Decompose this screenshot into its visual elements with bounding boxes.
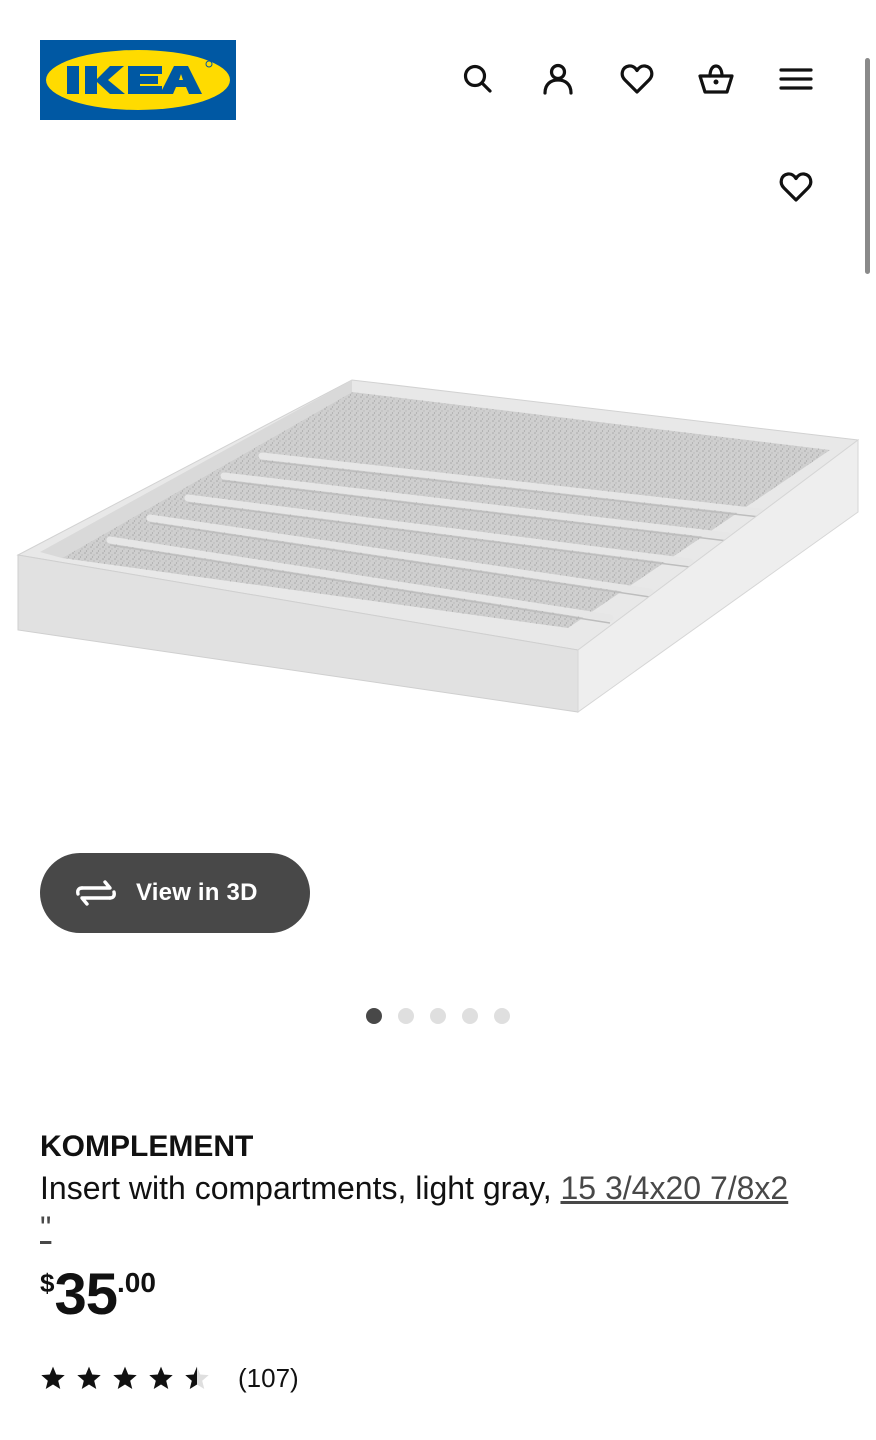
product-info: KOMPLEMENT Insert with compartments, lig… — [40, 1128, 840, 1248]
star-full-icon — [76, 1365, 102, 1391]
view-in-3d-label: View in 3D — [136, 879, 258, 906]
favorites-icon[interactable] — [615, 57, 659, 101]
star-full-icon — [40, 1365, 66, 1391]
product-size-suffix[interactable]: " — [40, 1210, 51, 1246]
carousel-dot[interactable] — [398, 1008, 414, 1024]
header — [0, 0, 876, 160]
product-image[interactable] — [0, 300, 876, 860]
scrollbar[interactable] — [865, 58, 870, 274]
carousel-dot[interactable] — [494, 1008, 510, 1024]
search-icon[interactable] — [456, 57, 500, 101]
ikea-logo-graphic — [40, 40, 236, 120]
carousel-indicator — [366, 1008, 526, 1024]
star-half-icon — [184, 1365, 210, 1391]
cart-icon[interactable] — [694, 57, 738, 101]
product-description: Insert with compartments, light gray, 15… — [40, 1168, 840, 1248]
star-full-icon — [148, 1365, 174, 1391]
product-tray-illustration — [16, 379, 860, 713]
account-icon[interactable] — [536, 57, 580, 101]
carousel-dot-active[interactable] — [366, 1008, 382, 1024]
carousel-dot[interactable] — [430, 1008, 446, 1024]
product-size-link[interactable]: 15 3/4x20 7/8x2 — [560, 1170, 788, 1206]
menu-icon[interactable] — [774, 57, 818, 101]
price-integer: 35 — [54, 1262, 118, 1327]
product-name: KOMPLEMENT — [40, 1130, 254, 1163]
heart-icon[interactable] — [774, 165, 818, 209]
review-count[interactable]: (107) — [238, 1363, 299, 1394]
product-description-text: Insert with compartments, light gray, — [40, 1170, 561, 1206]
price-decimal: .00 — [116, 1267, 156, 1298]
rotate-3d-icon — [74, 878, 118, 908]
ikea-logo[interactable] — [40, 40, 236, 120]
star-full-icon — [112, 1365, 138, 1391]
price-currency: $ — [40, 1268, 55, 1298]
product-price: $ 35 .00 — [40, 1262, 156, 1332]
product-rating[interactable]: (107) — [40, 1362, 299, 1394]
view-in-3d-button[interactable]: View in 3D — [40, 853, 310, 933]
carousel-dot[interactable] — [462, 1008, 478, 1024]
